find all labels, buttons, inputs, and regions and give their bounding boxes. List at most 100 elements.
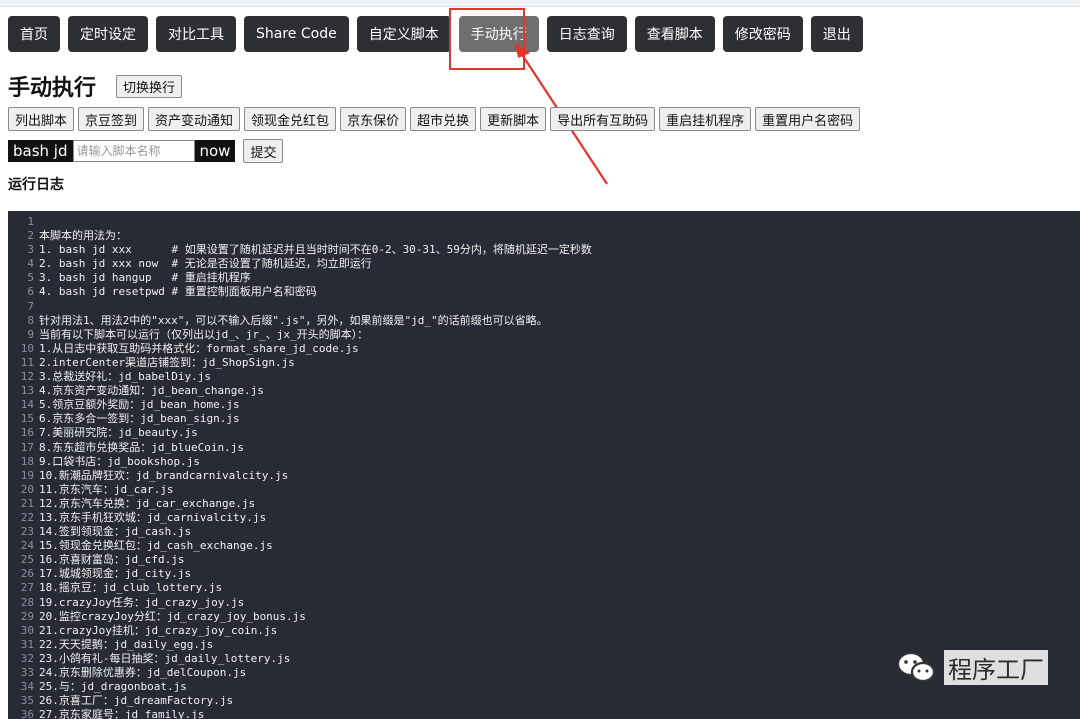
log-line-text: 16.京喜财富岛：jd_cfd.js [39, 553, 185, 567]
log-line-text: 15.领现金兑换红包：jd_cash_exchange.js [39, 539, 273, 553]
nav-item-4[interactable]: 自定义脚本 [356, 16, 451, 52]
log-line: 20 11.京东汽车：jd_car.js [8, 483, 1080, 497]
line-number: 32 [20, 651, 34, 665]
action-button-2[interactable]: 资产变动通知 [148, 107, 241, 131]
line-number: 19 [20, 468, 34, 482]
log-line: 26 17.城城领现金：jd_city.js [8, 567, 1080, 581]
browser-top-strip [0, 0, 1080, 7]
line-number: 24 [20, 539, 34, 553]
line-number: 26 [20, 567, 34, 581]
log-line: 23 14.签到领现金：jd_cash.js [8, 525, 1080, 539]
line-number: 10 [20, 341, 34, 355]
line-number: 2 [27, 229, 34, 243]
log-line: 24 15.领现金兑换红包：jd_cash_exchange.js [8, 539, 1080, 553]
log-line: 9 当前有以下脚本可以运行（仅列出以jd_、jr_、jx_开头的脚本）： [8, 328, 1080, 342]
log-line: 5 3. bash jd hangup # 重启挂机程序 [8, 271, 1080, 285]
log-line-text: 26.京喜工厂：jd_dreamFactory.js [39, 694, 234, 708]
action-button-1[interactable]: 京豆签到 [78, 107, 145, 131]
line-number: 6 [27, 285, 34, 299]
log-line-text: 21.crazyJoy挂机：jd_crazy_joy_coin.js [39, 623, 278, 637]
script-name-input[interactable] [72, 140, 195, 162]
action-button-6[interactable]: 更新脚本 [480, 107, 547, 131]
action-button-3[interactable]: 领现金兑红包 [244, 107, 337, 131]
log-line: 28 19.crazyJoy任务：jd_crazy_joy.js [8, 596, 1080, 610]
line-number: 31 [20, 637, 34, 651]
line-number: 11 [20, 355, 34, 369]
log-panel[interactable]: 1 2 本脚本的用法为： 3 1. bash jd xxx # 如果设置了随机延迟并且当… [8, 211, 1080, 719]
log-line: 13 4.京东资产变动通知：jd_bean_change.js [8, 384, 1080, 398]
line-number: 5 [27, 271, 34, 285]
line-number: 30 [20, 623, 34, 637]
log-line-text: 3.总裁送好礼：jd_babelDiy.js [39, 370, 211, 384]
line-number: 27 [20, 581, 34, 595]
action-button-7[interactable]: 导出所有互助码 [550, 107, 656, 131]
title-row: 手动执行 切换换行 [8, 70, 183, 102]
log-line: 21 12.京东汽车兑换：jd_car_exchange.js [8, 497, 1080, 511]
log-line: 1 [8, 215, 1080, 229]
line-number: 17 [20, 440, 34, 454]
command-row: bash jd now 提交 [8, 139, 284, 163]
watermark-text: 程序工厂 [944, 650, 1048, 685]
action-button-4[interactable]: 京东保价 [340, 107, 407, 131]
submit-button[interactable]: 提交 [243, 139, 284, 163]
log-line: 12 3.总裁送好礼：jd_babelDiy.js [8, 370, 1080, 384]
line-number: 23 [20, 525, 34, 539]
line-number: 29 [20, 609, 34, 623]
line-number: 15 [20, 412, 34, 426]
log-line: 10 1.从日志中获取互助码并格式化：format_share_jd_code.j… [8, 342, 1080, 356]
command-suffix-label: now [194, 140, 236, 162]
nav-item-2[interactable]: 对比工具 [156, 16, 236, 52]
log-heading: 运行日志 [8, 177, 64, 193]
nav-item-1[interactable]: 定时设定 [68, 16, 148, 52]
log-line-text: 当前有以下脚本可以运行（仅列出以jd_、jr_、jx_开头的脚本）： [39, 327, 369, 341]
action-button-0[interactable]: 列出脚本 [8, 107, 75, 131]
log-line-text: 6.京东多合一签到：jd_bean_sign.js [39, 412, 240, 426]
log-line-text: 9.口袋书店：jd_bookshop.js [39, 454, 200, 468]
log-line-text [39, 215, 1080, 229]
log-line-text: 11.京东汽车：jd_car.js [39, 482, 174, 496]
log-line: 22 13.京东手机狂欢城：jd_carnivalcity.js [8, 511, 1080, 525]
log-line-text: 27.京东家庭号：jd_family.js [39, 708, 205, 719]
log-line: 15 6.京东多合一签到：jd_bean_sign.js [8, 412, 1080, 426]
log-line: 17 8.东东超市兑换奖品：jd_blueCoin.js [8, 441, 1080, 455]
log-line: 35 26.京喜工厂：jd_dreamFactory.js [8, 694, 1080, 708]
action-button-row: 列出脚本 京豆签到 资产变动通知 领现金兑红包 京东保价 超市兑换 更新脚本 导出所有互助码重… [8, 107, 861, 131]
nav-item-0[interactable]: 首页 [8, 16, 60, 52]
log-line-text: 1. bash jd xxx # 如果设置了随机延迟并且当时时间不在0-2、30… [39, 243, 592, 257]
line-number: 14 [20, 398, 34, 412]
log-line: 25 16.京喜财富岛：jd_cfd.js [8, 553, 1080, 567]
log-line: 30 21.crazyJoy挂机：jd_crazy_joy_coin.js [8, 624, 1080, 638]
log-line-text: 4. bash jd resetpwd # 重置控制面板用户名和密码 [39, 285, 317, 299]
nav-item-3[interactable]: Share Code [244, 16, 349, 52]
line-number: 7 [27, 299, 34, 313]
line-number: 28 [20, 595, 34, 609]
action-button-9[interactable]: 重置用户名密码 [755, 107, 861, 131]
log-line: 36 27.京东家庭号：jd_family.js [8, 708, 1080, 719]
nav-item-6[interactable]: 日志查询 [546, 16, 627, 52]
wechat-icon [896, 651, 936, 682]
nav-item-7[interactable]: 查看脚本 [634, 16, 715, 52]
line-number: 13 [20, 384, 34, 398]
line-number: 36 [20, 708, 34, 719]
log-line: 2 本脚本的用法为： [8, 229, 1080, 243]
line-number: 12 [20, 370, 34, 384]
log-line: 6 4. bash jd resetpwd # 重置控制面板用户名和密码 [8, 285, 1080, 299]
nav-item-9[interactable]: 退出 [810, 16, 863, 52]
log-line-text: 12.京东汽车兑换：jd_car_exchange.js [39, 496, 256, 510]
log-line: 19 10.新潮品牌狂欢：jd_brandcarnivalcity.js [8, 469, 1080, 483]
log-line-text: 本脚本的用法为： [39, 229, 127, 243]
log-line-text: 18.摇京豆：jd_club_lottery.js [39, 581, 223, 595]
log-line: 29 20.监控crazyJoy分红：jd_crazy_joy_bonus.js [8, 610, 1080, 624]
line-number: 34 [20, 680, 34, 694]
line-number: 22 [20, 510, 34, 524]
action-button-8[interactable]: 重启挂机程序 [659, 107, 752, 131]
nav-item-5[interactable]: 手动执行 [458, 16, 539, 52]
nav-item-8[interactable]: 修改密码 [722, 16, 803, 52]
page-title: 手动执行 [8, 76, 97, 101]
toggle-wrap-button[interactable]: 切换换行 [116, 74, 183, 98]
log-line: 14 5.领京豆额外奖励：jd_bean_home.js [8, 398, 1080, 412]
action-button-5[interactable]: 超市兑换 [410, 107, 477, 131]
main-nav: 首页 定时设定 对比工具 Share Code 自定义脚本 手动执行 日志查询 查看脚本 修改密… [8, 16, 863, 52]
log-line-text: 1.从日志中获取互助码并格式化：format_share_jd_code.js [39, 341, 359, 355]
log-line-text: 10.新潮品牌狂欢：jd_brandcarnivalcity.js [39, 468, 289, 482]
